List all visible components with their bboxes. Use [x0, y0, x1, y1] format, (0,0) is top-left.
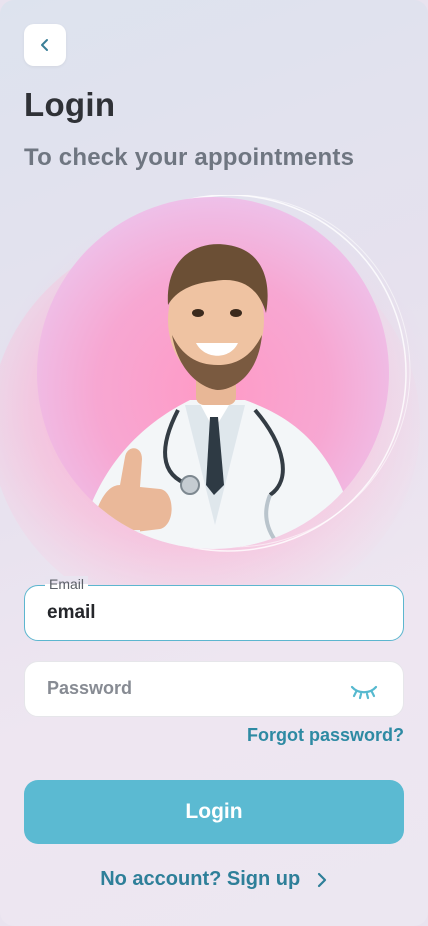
password-field[interactable] [24, 661, 404, 717]
eye-closed-icon[interactable] [349, 678, 379, 702]
password-input[interactable] [47, 662, 347, 716]
page-title: Login [24, 86, 116, 123]
email-field[interactable]: Email [24, 576, 404, 641]
email-input[interactable] [47, 586, 347, 640]
back-button[interactable] [24, 24, 66, 66]
chevron-left-icon [41, 39, 48, 51]
login-button[interactable]: Login [24, 780, 404, 844]
chevron-right-icon [317, 872, 326, 887]
page-subtitle: To check your appointments [24, 144, 355, 171]
signup-link[interactable]: No account? Sign up [0, 868, 428, 891]
forgot-password-link[interactable]: Forgot password? [247, 725, 404, 746]
signup-label: No account? Sign up [100, 868, 301, 890]
doctor-illustration [0, 195, 420, 595]
login-screen: Login To check your appointments Email e… [0, 0, 428, 926]
